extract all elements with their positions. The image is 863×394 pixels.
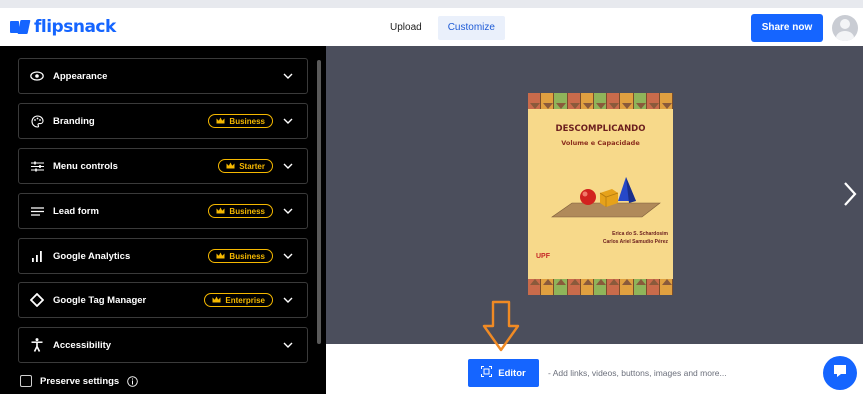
next-page-chevron-icon[interactable] bbox=[842, 181, 858, 207]
sidebar-item-label: Branding bbox=[53, 115, 95, 127]
chat-icon bbox=[832, 363, 848, 384]
diamond-icon bbox=[30, 293, 44, 307]
logo-text: flipsnack bbox=[34, 17, 116, 37]
sidebar-item-label: Lead form bbox=[53, 205, 99, 217]
pencil-border-bottom bbox=[528, 279, 673, 295]
sidebar-item-appearance[interactable]: Appearance bbox=[18, 58, 308, 94]
preserve-settings-checkbox[interactable] bbox=[20, 375, 32, 387]
crown-icon bbox=[212, 296, 221, 305]
badge-label: Enterprise bbox=[225, 295, 265, 305]
badge-label: Business bbox=[229, 116, 265, 126]
publisher-logo: UPF bbox=[536, 253, 550, 260]
crown-icon bbox=[216, 252, 225, 261]
eye-icon bbox=[30, 69, 44, 83]
plan-badge: Business bbox=[208, 204, 273, 218]
crown-icon bbox=[216, 207, 225, 216]
book-author: Erica do S. Schardosim bbox=[612, 231, 668, 237]
sidebar-item-label: Google Analytics bbox=[53, 250, 131, 262]
editor-hint: - Add links, videos, buttons, images and… bbox=[548, 368, 727, 378]
bar-chart-icon bbox=[30, 249, 44, 263]
palette-icon bbox=[30, 114, 44, 128]
crown-icon bbox=[216, 117, 225, 126]
chevron-down-icon[interactable] bbox=[281, 249, 295, 263]
badge-label: Starter bbox=[239, 161, 265, 171]
chevron-down-icon[interactable] bbox=[281, 204, 295, 218]
sliders-icon bbox=[30, 159, 44, 173]
sidebar-item-accessibility[interactable]: Accessibility bbox=[18, 327, 308, 363]
chevron-down-icon[interactable] bbox=[281, 114, 295, 128]
plan-badge: Enterprise bbox=[204, 293, 273, 307]
preserve-settings: Preserve settings bbox=[20, 375, 138, 387]
plan-badge: Business bbox=[208, 249, 273, 263]
sidebar-item-branding[interactable]: Branding Business bbox=[18, 103, 308, 139]
sidebar-item-google-tag-manager[interactable]: Google Tag Manager Enterprise bbox=[18, 282, 308, 318]
editor-bar: Editor - Add links, videos, buttons, ima… bbox=[326, 344, 863, 394]
book-title: DESCOMPLICANDO bbox=[555, 124, 646, 134]
sidebar-item-lead-form[interactable]: Lead form Business bbox=[18, 193, 308, 229]
badge-label: Business bbox=[229, 206, 265, 216]
book-authors: Erica do S. Schardosim Carlos Ariel Samu… bbox=[588, 230, 668, 246]
book-author: Carlos Ariel Samudio Pérez bbox=[602, 239, 668, 245]
top-bar: flipsnack Upload Customize Share now bbox=[0, 8, 863, 46]
crown-icon bbox=[226, 162, 235, 171]
share-now-button[interactable]: Share now bbox=[751, 14, 823, 42]
sidebar-item-google-analytics[interactable]: Google Analytics Business bbox=[18, 238, 308, 274]
sidebar-scrollbar[interactable] bbox=[317, 60, 321, 344]
info-icon[interactable] bbox=[127, 375, 138, 387]
sidebar-item-menu-controls[interactable]: Menu controls Starter bbox=[18, 148, 308, 184]
tab-upload[interactable]: Upload bbox=[380, 16, 432, 40]
editor-button[interactable]: Editor bbox=[468, 359, 539, 387]
pencil-border-top bbox=[528, 93, 673, 109]
sidebar-item-label: Accessibility bbox=[53, 339, 112, 351]
editor-button-label: Editor bbox=[498, 367, 526, 379]
chevron-down-icon[interactable] bbox=[281, 293, 295, 307]
customize-sidebar: Appearance Branding Business Menu contro… bbox=[0, 46, 326, 394]
plan-badge: Starter bbox=[218, 159, 273, 173]
tab-customize[interactable]: Customize bbox=[437, 16, 505, 40]
annotation-arrow-down-icon bbox=[482, 300, 520, 352]
badge-label: Business bbox=[229, 251, 265, 261]
editor-icon bbox=[481, 366, 493, 380]
preserve-settings-label: Preserve settings bbox=[40, 375, 120, 387]
plan-badge: Business bbox=[208, 114, 273, 128]
sidebar-item-label: Menu controls bbox=[53, 160, 118, 172]
sidebar-item-label: Google Tag Manager bbox=[53, 294, 147, 306]
lines-icon bbox=[30, 204, 44, 218]
accessibility-icon bbox=[30, 338, 44, 352]
book-subtitle: Volume e Capacidade bbox=[561, 139, 640, 147]
avatar[interactable] bbox=[832, 15, 858, 41]
chevron-down-icon[interactable] bbox=[281, 69, 295, 83]
flipsnack-logo[interactable]: flipsnack bbox=[10, 17, 116, 37]
geometric-shapes-illustration bbox=[551, 177, 661, 218]
flipsnack-logo-mark-icon bbox=[10, 20, 31, 34]
sidebar-item-label: Appearance bbox=[53, 70, 108, 82]
step-tabs: Upload Customize bbox=[380, 16, 505, 40]
book-cover[interactable]: DESCOMPLICANDO Volume e Capacidade Erica… bbox=[528, 93, 673, 295]
chevron-down-icon[interactable] bbox=[281, 159, 295, 173]
chevron-down-icon[interactable] bbox=[281, 338, 295, 352]
chat-button[interactable] bbox=[823, 356, 857, 390]
flipbook-preview: DESCOMPLICANDO Volume e Capacidade Erica… bbox=[326, 46, 863, 344]
